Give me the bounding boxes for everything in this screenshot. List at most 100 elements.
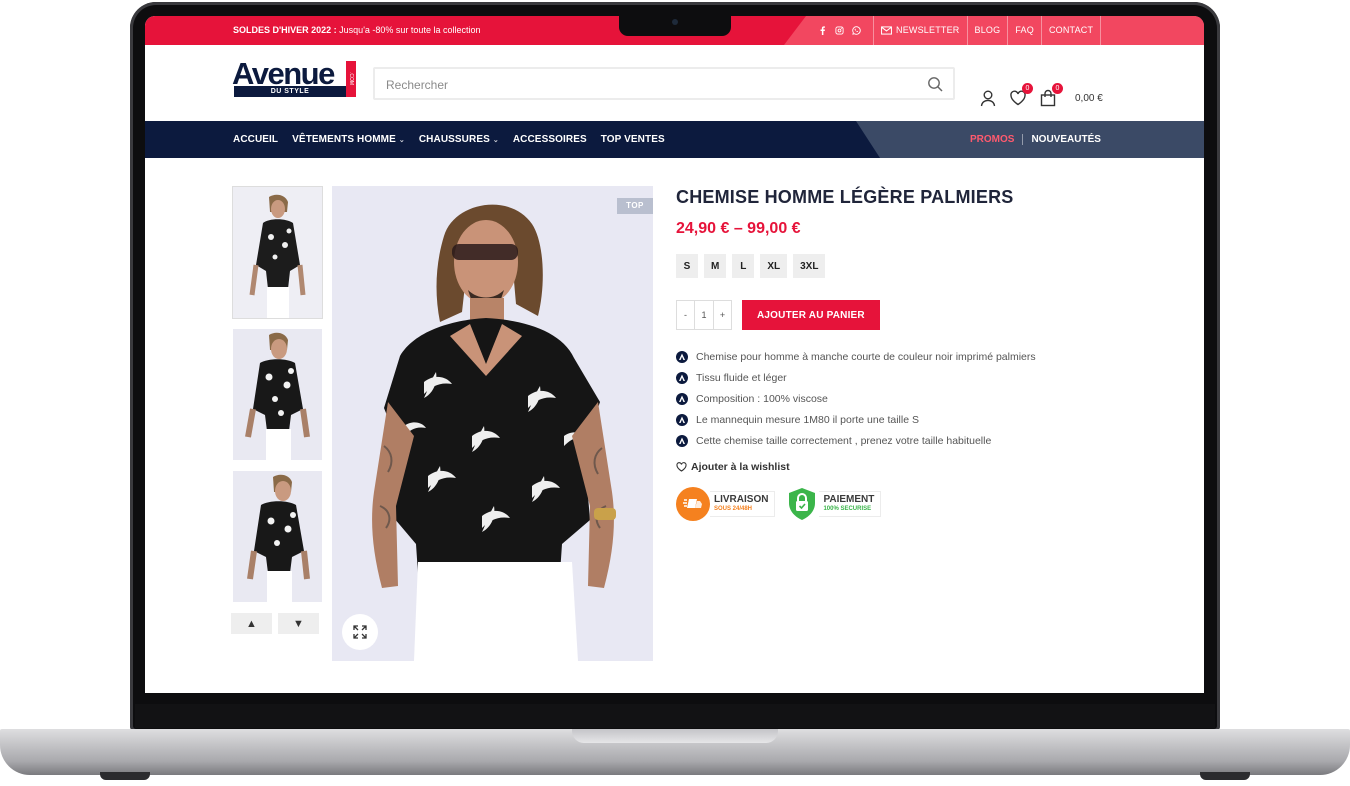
product-thumbnail[interactable]	[233, 471, 322, 602]
brand-logo-icon	[676, 392, 688, 405]
search-input[interactable]: Rechercher	[373, 67, 955, 100]
expand-icon	[353, 625, 367, 639]
product-summary: CHEMISE HOMME LÉGÈRE PALMIERS 24,90 € – …	[676, 187, 1096, 521]
product-thumbnail-image	[233, 329, 322, 460]
quantity-increase-button[interactable]: +	[714, 301, 731, 329]
add-to-wishlist-link[interactable]: Ajouter à la wishlist	[676, 461, 1096, 473]
size-selector: S M L XL 3XL	[676, 254, 1096, 278]
nav-item-accueil[interactable]: ACCUEIL	[233, 134, 278, 145]
zoom-button[interactable]	[342, 614, 378, 650]
size-option-s[interactable]: S	[676, 254, 698, 278]
feature-text: Chemise pour homme à manche courte de co…	[696, 350, 1036, 363]
product-thumbnail[interactable]	[232, 186, 323, 319]
product-thumbnail-image	[233, 187, 322, 318]
payment-title: PAIEMENT	[823, 494, 875, 505]
search-icon[interactable]	[927, 76, 943, 92]
whatsapp-icon[interactable]	[852, 26, 861, 35]
logo-tag: .COM	[346, 61, 356, 97]
payment-badge: PAIEMENT 100% SECURISE	[785, 487, 882, 521]
nav-item-vetements-homme[interactable]: VÊTEMENTS HOMME ⌄	[292, 134, 405, 145]
instagram-icon[interactable]	[835, 26, 844, 35]
quantity-input[interactable]: 1	[694, 301, 714, 329]
product-title: CHEMISE HOMME LÉGÈRE PALMIERS	[676, 187, 1014, 207]
list-item: Chemise pour homme à manche courte de co…	[676, 346, 1096, 367]
nav-menu: ACCUEIL VÊTEMENTS HOMME ⌄ CHAUSSURES ⌄ ACC…	[233, 121, 665, 158]
nav-item-top-ventes[interactable]: TOP VENTES	[601, 134, 665, 145]
chevron-down-icon: ⌄	[398, 136, 405, 144]
feature-text: Tissu fluide et léger	[696, 371, 787, 384]
top-links: NEWSLETTER BLOG FAQ CONTACT	[818, 16, 1102, 45]
nav-label: ACCUEIL	[233, 134, 279, 145]
heart-icon	[676, 462, 687, 472]
account-button[interactable]	[979, 89, 997, 107]
purchase-row: - 1 + AJOUTER AU PANIER	[676, 300, 1096, 330]
cart-count-badge: 0	[1052, 83, 1063, 94]
wishlist-count-badge: 0	[1022, 83, 1033, 94]
wishlist-label: Ajouter à la wishlist	[691, 461, 790, 473]
shield-icon	[789, 488, 816, 520]
laptop-foot	[1200, 772, 1250, 780]
delivery-title: LIVRAISON	[714, 494, 769, 505]
contact-link[interactable]: CONTACT	[1042, 16, 1102, 45]
truck-icon	[683, 499, 702, 508]
promo-detail: Jusqu'a -80% sur toute la collection	[336, 25, 481, 35]
payment-subtitle: 100% SECURISE	[823, 506, 872, 512]
promo-bold: SOLDES D'HIVER 2022 :	[233, 25, 337, 35]
cart-total[interactable]: 0,00 €	[1075, 93, 1103, 104]
product-thumbnail[interactable]	[233, 329, 322, 460]
list-item: Tissu fluide et léger	[676, 367, 1096, 388]
contact-label: CONTACT	[1048, 25, 1094, 35]
shield-lock-icon	[785, 487, 820, 521]
brand-logo-icon	[676, 413, 688, 426]
nav-item-chaussures[interactable]: CHAUSSURES ⌄	[419, 134, 499, 145]
nav-label: CHAUSSURES	[418, 134, 490, 145]
list-item: Cette chemise taille correctement , pren…	[676, 430, 1096, 451]
newsletter-label: NEWSLETTER	[896, 25, 960, 35]
laptop-groove	[572, 729, 778, 743]
size-option-3xl[interactable]: 3XL	[793, 254, 826, 278]
nav-item-accessoires[interactable]: ACCESSOIRES	[513, 134, 587, 145]
quantity-stepper: - 1 +	[676, 300, 732, 330]
product-photo	[332, 186, 653, 661]
user-icon	[980, 90, 996, 107]
chevron-up-icon: ▲	[246, 617, 257, 630]
top-badge: TOP	[617, 198, 653, 214]
thumbnail-next-button[interactable]: ▼	[278, 613, 319, 634]
payment-badge-text: PAIEMENT 100% SECURISE	[819, 491, 882, 517]
thumbnail-list	[232, 186, 323, 613]
browser-screen: SOLDES D'HIVER 2022 : Jusqu'a -80% sur t…	[145, 16, 1204, 693]
delivery-badge: LIVRAISON SOUS 24/48H	[676, 487, 776, 521]
product-price: 24,90 € – 99,00 €	[676, 220, 801, 237]
faq-link[interactable]: FAQ	[1008, 16, 1042, 45]
newsletter-link[interactable]: NEWSLETTER	[874, 16, 968, 45]
quantity-decrease-button[interactable]: -	[677, 301, 694, 329]
size-option-m[interactable]: M	[704, 254, 727, 278]
nav-label: VÊTEMENTS HOMME	[292, 134, 396, 145]
nav-item-promos[interactable]: PROMOS	[970, 134, 1024, 145]
nav-right-menu: PROMOS NOUVEAUTÉS	[970, 121, 1101, 158]
nav-label: TOP VENTES	[600, 134, 665, 145]
blog-label: BLOG	[974, 25, 1001, 35]
add-to-cart-button[interactable]: AJOUTER AU PANIER	[742, 300, 880, 330]
product-main-image[interactable]: TOP	[332, 186, 653, 661]
wishlist-button[interactable]: 0	[1009, 83, 1033, 107]
cart-button[interactable]: 0	[1039, 83, 1063, 107]
site-logo[interactable]: Avenue DU STYLE .COM	[232, 56, 360, 98]
laptop-foot	[100, 772, 150, 780]
laptop-base	[0, 729, 1350, 775]
blog-link[interactable]: BLOG	[968, 16, 1009, 45]
thumbnail-prev-button[interactable]: ▲	[231, 613, 272, 634]
size-option-xl[interactable]: XL	[760, 254, 788, 278]
facebook-icon[interactable]	[818, 26, 827, 35]
nav-label: ACCESSOIRES	[512, 134, 587, 145]
feature-text: Composition : 100% viscose	[696, 392, 828, 405]
feature-text: Le mannequin mesure 1M80 il porte une ta…	[696, 413, 919, 426]
size-option-l[interactable]: L	[732, 254, 755, 278]
list-item: Le mannequin mesure 1M80 il porte une ta…	[676, 409, 1096, 430]
social-icons	[818, 16, 874, 45]
brand-logo-icon	[676, 371, 688, 384]
list-item: Composition : 100% viscose	[676, 388, 1096, 409]
delivery-subtitle: SOUS 24/48H	[714, 506, 753, 512]
product-thumbnail-image	[233, 471, 322, 602]
nav-item-nouveautes[interactable]: NOUVEAUTÉS	[1023, 134, 1100, 145]
